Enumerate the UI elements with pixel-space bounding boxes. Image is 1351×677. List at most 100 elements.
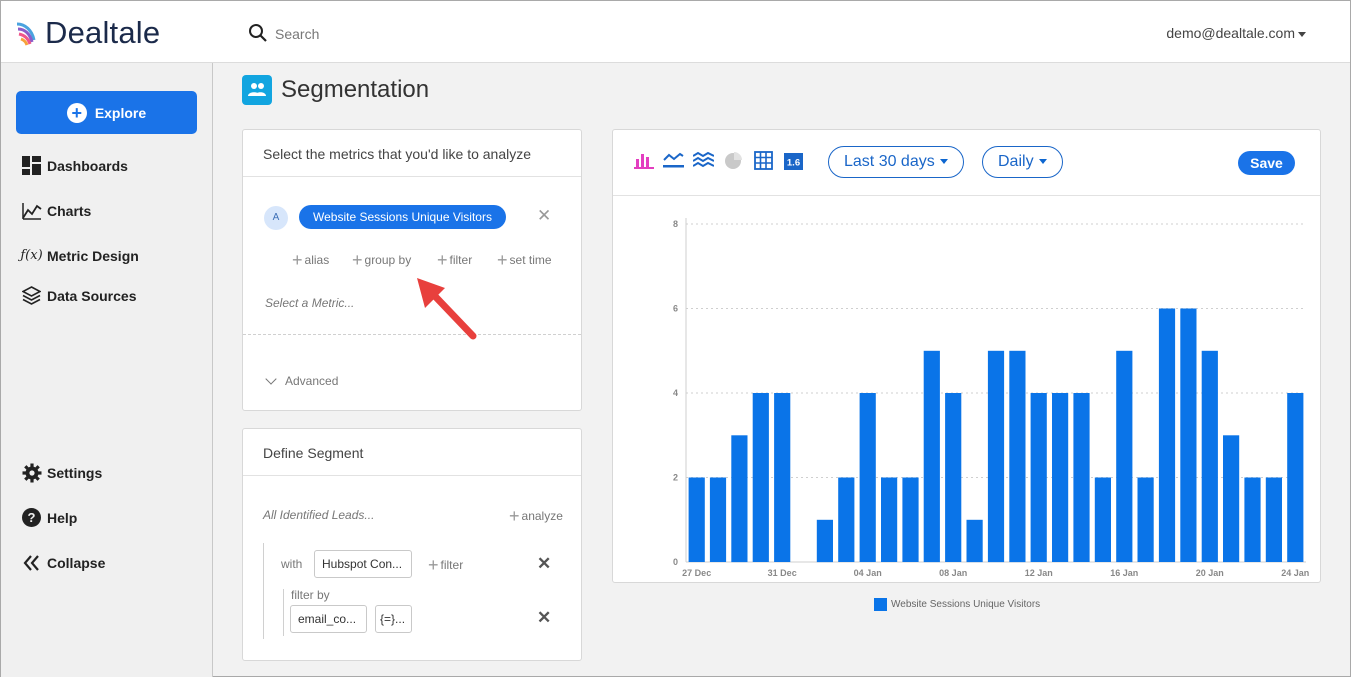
bar[interactable] — [731, 435, 748, 563]
sidebar-item-help[interactable]: ? Help — [21, 507, 77, 528]
bar[interactable] — [1158, 308, 1176, 563]
dashboards-icon — [21, 155, 42, 176]
bar[interactable] — [1244, 477, 1261, 563]
plus-icon: + — [509, 506, 520, 526]
chevron-down-icon — [939, 159, 948, 165]
bar[interactable] — [987, 350, 1005, 563]
dealtale-logo[interactable]: Dealtale — [15, 15, 160, 51]
interval-dropdown[interactable]: Daily — [982, 146, 1063, 178]
pie-chart-icon[interactable] — [724, 151, 743, 170]
segment-filter-option[interactable]: + filter — [428, 555, 463, 576]
plus-icon: + — [352, 250, 363, 270]
search-icon[interactable] — [248, 23, 268, 43]
bar[interactable] — [1137, 477, 1154, 563]
bar[interactable] — [859, 393, 876, 562]
remove-metric-icon[interactable]: ✕ — [537, 206, 551, 226]
bar[interactable] — [816, 519, 833, 563]
bar[interactable] — [1180, 308, 1197, 563]
date-range-dropdown[interactable]: Last 30 days — [828, 146, 964, 178]
table-icon[interactable] — [754, 151, 773, 170]
charts-icon — [21, 200, 42, 221]
plus-icon: + — [497, 250, 508, 270]
sidebar-item-dashboards[interactable]: Dashboards — [21, 155, 128, 176]
segment-base-input[interactable]: All Identified Leads... — [263, 508, 374, 522]
people-icon — [242, 75, 272, 105]
number-icon[interactable]: 1.6 — [784, 153, 803, 170]
bar[interactable] — [966, 519, 983, 563]
sidebar-item-settings[interactable]: Settings — [21, 462, 102, 483]
interval-label: Daily — [998, 153, 1034, 170]
advanced-label: Advanced — [285, 374, 339, 388]
bar-chart-icon[interactable] — [634, 151, 654, 169]
explore-label: Explore — [94, 104, 147, 121]
bar[interactable] — [923, 350, 940, 563]
bar[interactable] — [1223, 435, 1240, 563]
sidebar-item-label: Collapse — [47, 554, 106, 571]
bar[interactable] — [752, 393, 769, 562]
select-metric-input[interactable]: Select a Metric... — [265, 296, 354, 310]
plus-icon: + — [292, 250, 303, 270]
sidebar-item-label: Dashboards — [47, 157, 128, 174]
filter-by-label: filter by — [291, 588, 330, 602]
bar[interactable] — [774, 393, 791, 562]
plus-circle-icon: + — [66, 102, 87, 123]
chart-panel: 1.6 Last 30 days Daily Save 0 2 4 6 8 27 Dec 3… — [612, 129, 1321, 583]
explore-button[interactable]: + Explore — [16, 91, 197, 134]
save-button[interactable]: Save — [1238, 151, 1295, 175]
sidebar-item-label: Data Sources — [47, 287, 137, 304]
group-by-label: group by — [364, 253, 412, 267]
bar[interactable] — [709, 477, 727, 563]
x-tick-label: 27 Dec — [682, 568, 711, 576]
page-title: Segmentation — [281, 76, 430, 103]
chart-legend: Website Sessions Unique Visitors — [874, 598, 1040, 611]
bar[interactable] — [902, 477, 919, 563]
bar[interactable] — [1287, 393, 1304, 562]
analyze-option[interactable]: + analyze — [509, 506, 563, 527]
x-tick-label: 31 Dec — [768, 568, 797, 576]
bar[interactable] — [881, 477, 898, 563]
search-input[interactable] — [275, 22, 575, 46]
chevron-down-icon — [1298, 31, 1306, 37]
filter-tree-line — [283, 589, 284, 636]
legend-label: Website Sessions Unique Visitors — [891, 599, 1041, 610]
sidebar-item-data-sources[interactable]: Data Sources — [21, 285, 136, 306]
sidebar-item-metric-design[interactable]: ƒ(x) Metric Design — [20, 245, 139, 266]
x-tick-label: 04 Jan — [854, 568, 882, 576]
filter-field-select[interactable]: email_co... — [290, 605, 367, 633]
sidebar-item-collapse[interactable]: Collapse — [21, 552, 105, 573]
remove-with-icon[interactable]: ✕ — [537, 554, 551, 574]
bar-chart: 0 2 4 6 8 27 Dec 31 Dec 04 Jan 08 Jan 12 Jan 16 Ja… — [673, 218, 1309, 576]
area-chart-icon[interactable] — [693, 151, 714, 169]
bar[interactable] — [1094, 477, 1111, 563]
line-chart-icon[interactable] — [663, 151, 684, 169]
with-label: with — [281, 557, 303, 571]
collapse-icon — [21, 552, 42, 573]
sidebar-item-label: Metric Design — [47, 247, 139, 264]
bar[interactable] — [945, 393, 962, 562]
sidebar-item-label: Charts — [47, 202, 92, 219]
advanced-toggle[interactable]: Advanced — [265, 373, 339, 388]
remove-filter-icon[interactable]: ✕ — [537, 608, 551, 628]
group-by-option[interactable]: + group by — [352, 250, 411, 271]
metric-pill[interactable]: Website Sessions Unique Visitors — [299, 205, 506, 229]
bar[interactable] — [1030, 393, 1047, 562]
user-menu[interactable]: demo@dealtale.com — [1166, 25, 1306, 41]
bar[interactable] — [838, 477, 855, 563]
plus-icon: + — [428, 555, 439, 575]
alias-option[interactable]: + alias — [292, 250, 329, 271]
function-icon: ƒ(x) — [20, 248, 43, 263]
sidebar-item-charts[interactable]: Charts — [21, 200, 91, 221]
bar[interactable] — [1201, 350, 1218, 563]
bar[interactable] — [1009, 350, 1026, 563]
bar[interactable] — [1073, 393, 1090, 562]
filter-operator-select[interactable]: {=}... — [375, 605, 412, 633]
bar[interactable] — [1116, 350, 1133, 563]
with-object-select[interactable]: Hubspot Con... — [314, 550, 412, 578]
annotation-arrow-icon — [417, 278, 477, 340]
set-time-option[interactable]: + set time — [497, 250, 552, 271]
filter-option[interactable]: + filter — [437, 250, 472, 271]
x-tick-label: 08 Jan — [939, 568, 967, 576]
bar[interactable] — [1265, 477, 1282, 563]
bar[interactable] — [1052, 393, 1069, 562]
bar[interactable] — [688, 477, 705, 563]
